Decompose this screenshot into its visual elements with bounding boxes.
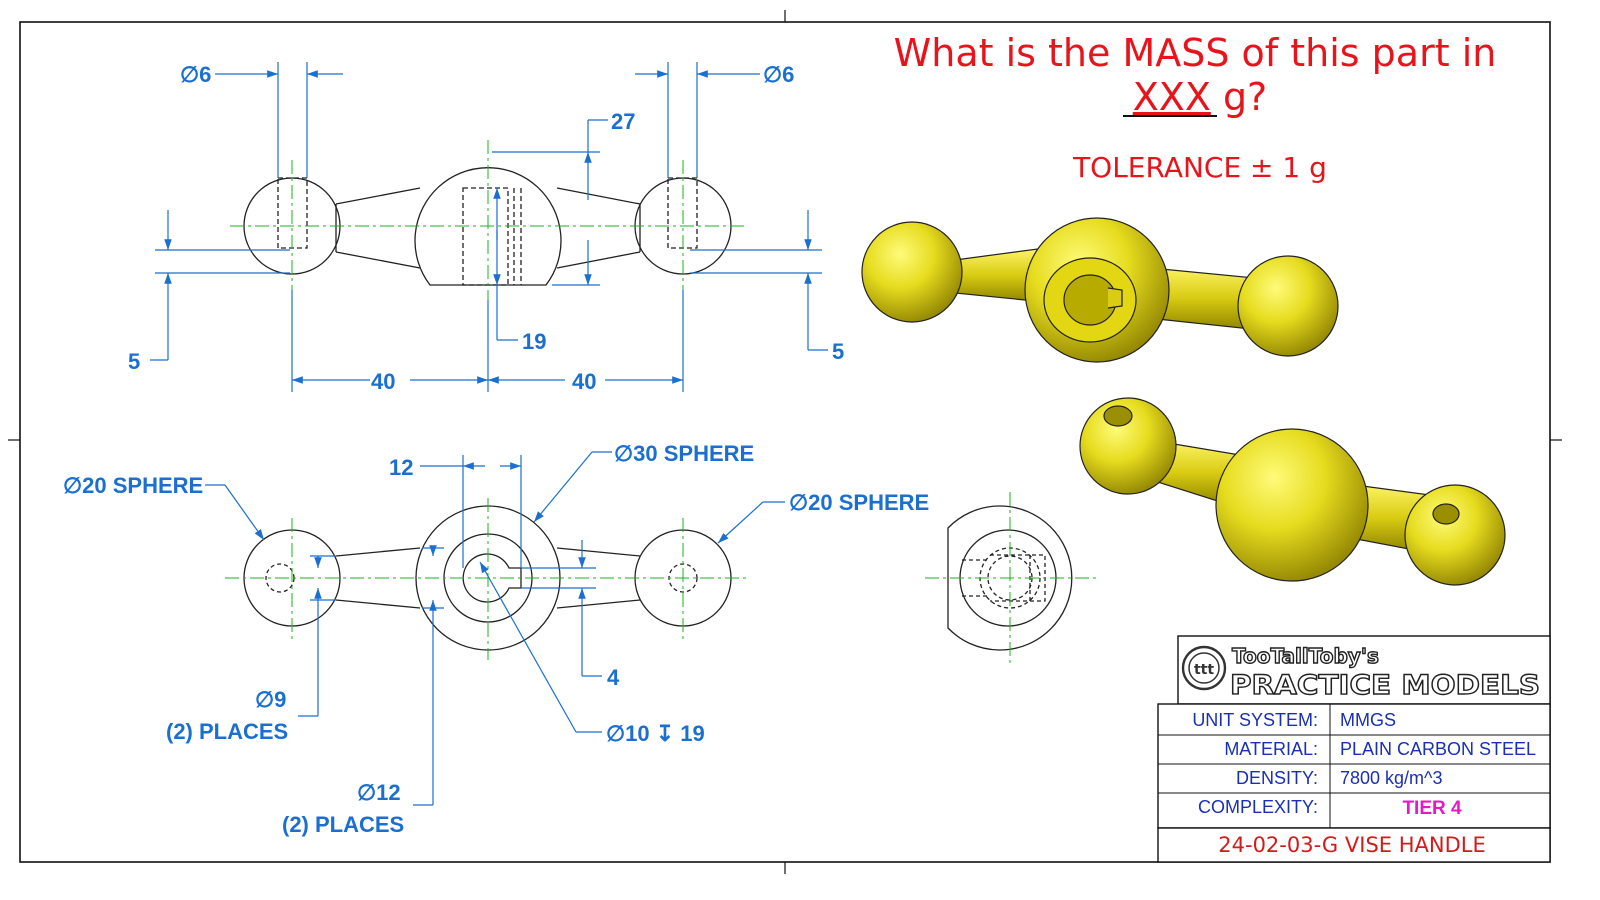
dim-bore: ∅10 ↧ 19 xyxy=(606,721,705,746)
question-placeholder: XXX xyxy=(1133,75,1211,119)
dim-span-right: 40 xyxy=(572,369,596,394)
part-name: 24-02-03-G VISE HANDLE xyxy=(1218,833,1485,857)
unit-system-value: MMGS xyxy=(1340,710,1396,730)
dim-hole-right: ∅6 xyxy=(763,62,794,87)
dim-hole-left: ∅6 xyxy=(180,62,211,87)
iso1-left-ball xyxy=(861,221,963,323)
dim-offset-right: 5 xyxy=(832,339,844,364)
svg-text:ttt: ttt xyxy=(1194,662,1214,678)
question-line1: What is the MASS of this part in xyxy=(894,31,1497,75)
question-line2: XXX g? xyxy=(1133,75,1267,119)
iso-view-upper xyxy=(861,217,1339,363)
density-value: 7800 kg/m^3 xyxy=(1340,768,1443,788)
complexity-label: COMPLEXITY: xyxy=(1198,797,1318,817)
brand-logo-icon: ttt xyxy=(1181,645,1227,691)
iso2-center-ball xyxy=(1215,428,1369,582)
tolerance-text: TOLERANCE ± 1 g xyxy=(1072,151,1327,184)
title-block: ttt TooTallToby's PRACTICE MODELS UNIT S… xyxy=(1157,635,1551,863)
dim-depth: 19 xyxy=(522,329,546,354)
question-block: What is the MASS of this part in XXX g? … xyxy=(894,31,1497,184)
top-view-dimensions xyxy=(150,62,828,392)
top-view-dimension-text: ∅6 ∅6 27 19 5 5 40 40 xyxy=(128,62,844,394)
dim-left-sphere: ∅20 SPHERE xyxy=(63,473,203,498)
dim-neck-note: (2) PLACES xyxy=(282,812,404,837)
dim-span-left: 40 xyxy=(371,369,395,394)
complexity-value: TIER 4 xyxy=(1402,798,1462,819)
unit-system-label: UNIT SYSTEM: xyxy=(1192,710,1318,730)
dim-offset-left: 5 xyxy=(128,349,140,374)
front-view xyxy=(225,498,748,660)
material-label: MATERIAL: xyxy=(1224,739,1318,759)
iso1-right-ball xyxy=(1237,255,1339,357)
dim-key-offset: 4 xyxy=(607,665,620,690)
brand-line1: TooTallToby's xyxy=(1232,644,1379,668)
iso2-right-ball xyxy=(1404,484,1506,586)
iso-view-lower xyxy=(1079,397,1506,586)
dim-small-hole: ∅9 xyxy=(255,687,286,712)
dim-height: 27 xyxy=(611,109,635,134)
brand-line2: PRACTICE MODELS xyxy=(1230,670,1540,701)
dim-key-width: 12 xyxy=(389,455,413,480)
density-label: DENSITY: xyxy=(1236,768,1318,788)
dim-small-hole-note: (2) PLACES xyxy=(166,719,288,744)
drawing-sheet: What is the MASS of this part in XXX g? … xyxy=(8,10,1562,874)
dim-center-sphere: ∅30 SPHERE xyxy=(614,441,754,466)
dim-neck: ∅12 xyxy=(357,780,401,805)
front-view-dimension-text: 12 ∅30 SPHERE ∅20 SPHERE ∅20 SPHERE ∅9 (… xyxy=(63,441,929,837)
dim-right-sphere: ∅20 SPHERE xyxy=(789,490,929,515)
side-view xyxy=(925,492,1098,664)
material-value: PLAIN CARBON STEEL xyxy=(1340,739,1536,759)
question-unit: g? xyxy=(1211,75,1267,119)
